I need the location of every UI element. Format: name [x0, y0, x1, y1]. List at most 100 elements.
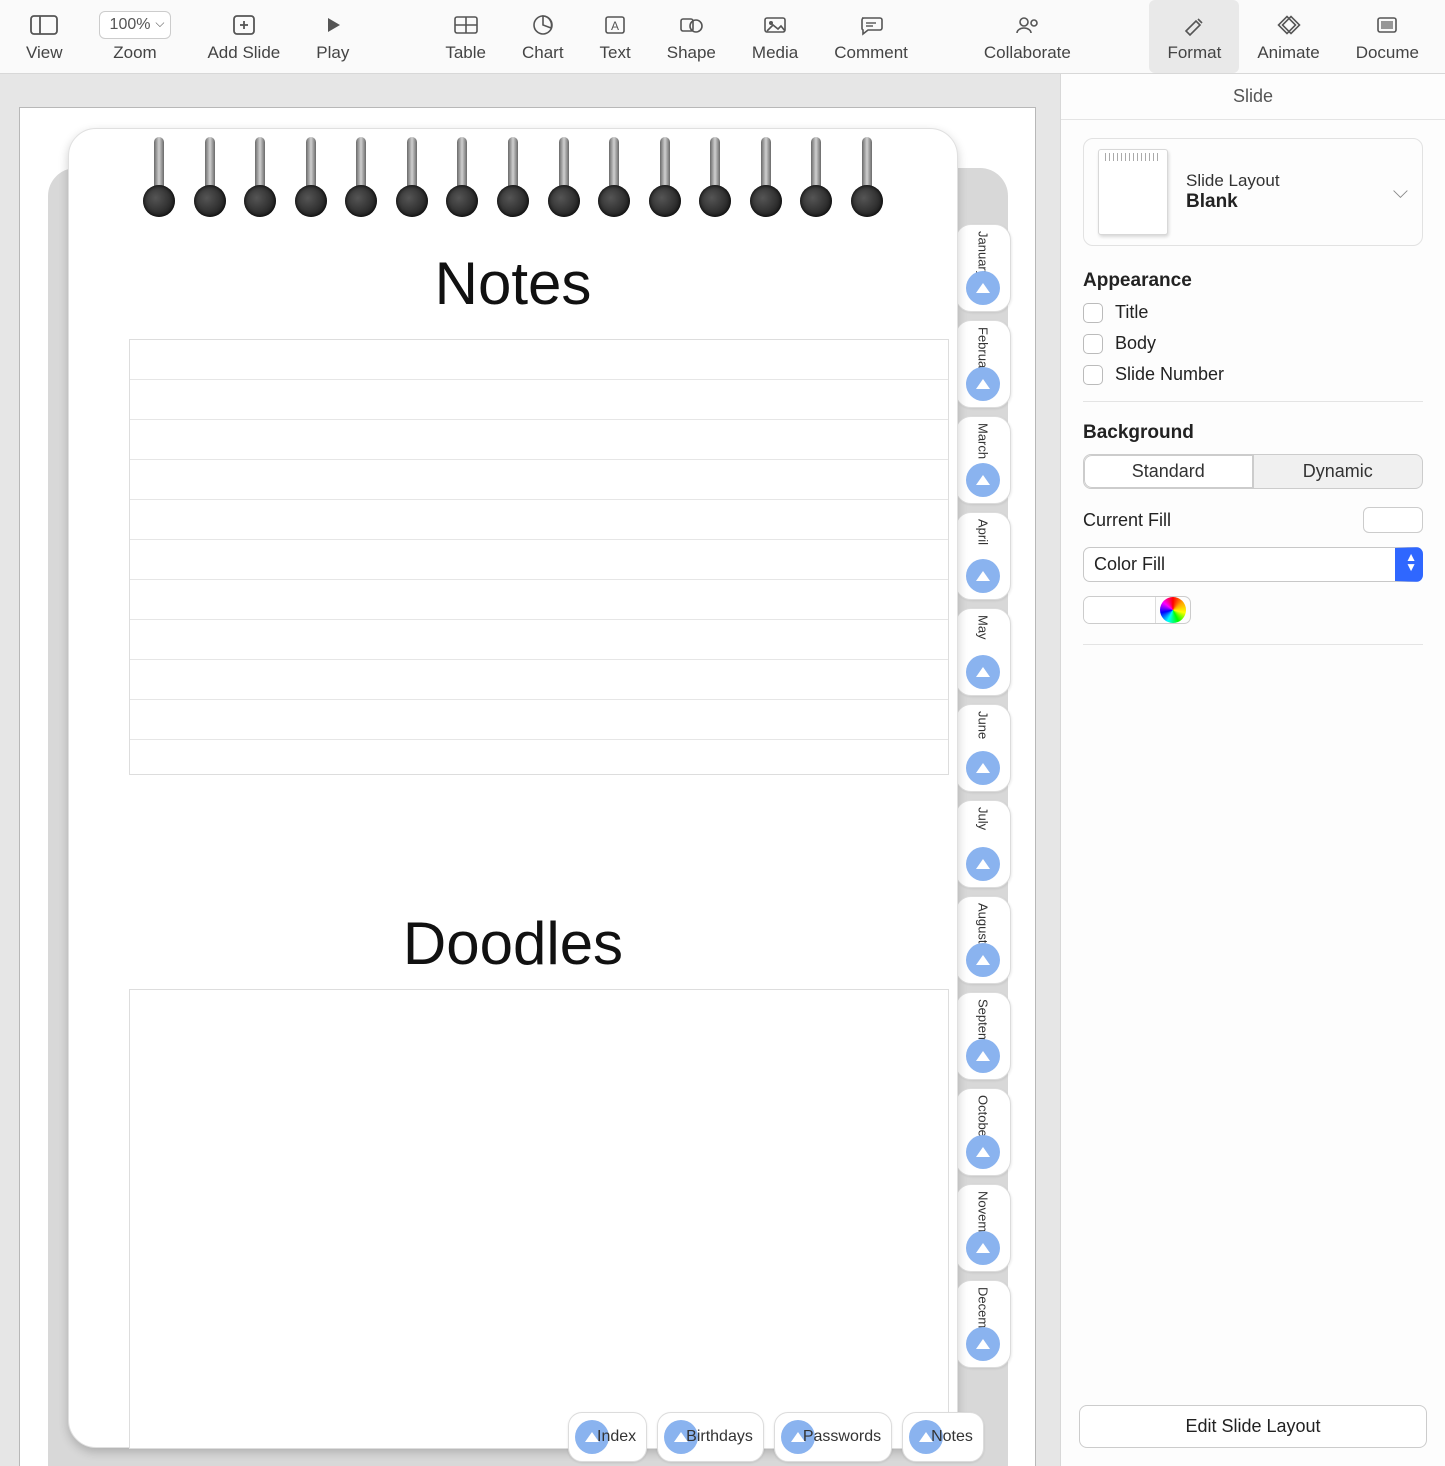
bottom-tab-label: Passwords: [803, 1428, 881, 1446]
arrow-up-icon: [966, 847, 1000, 881]
title-checkbox-row[interactable]: Title: [1083, 302, 1423, 323]
spiral-ring: [141, 137, 177, 217]
spiral-ring: [697, 137, 733, 217]
shape-button[interactable]: Shape: [649, 0, 734, 73]
media-icon: [761, 11, 789, 39]
current-fill-swatch[interactable]: [1363, 507, 1423, 533]
arrow-up-icon: [966, 943, 1000, 977]
animate-icon: [1275, 11, 1303, 39]
month-tab-january[interactable]: January: [955, 224, 1011, 312]
collaborate-label: Collaborate: [984, 43, 1071, 63]
inspector-header: Slide: [1061, 74, 1445, 120]
updown-icon: ▲▼: [1405, 552, 1417, 572]
sidebar-icon: [30, 11, 58, 39]
document-button[interactable]: Docume: [1338, 0, 1437, 73]
shape-label: Shape: [667, 43, 716, 63]
slide-layout-selector[interactable]: Slide Layout Blank ⌵: [1083, 138, 1423, 246]
body-checkbox[interactable]: [1083, 334, 1103, 354]
month-tab-label: May: [976, 615, 991, 640]
month-tab-may[interactable]: May: [955, 608, 1011, 696]
spiral-ring: [596, 137, 632, 217]
background-segmented[interactable]: Standard Dynamic: [1083, 454, 1423, 489]
slide-layout-value: Blank: [1186, 191, 1280, 213]
canvas-area[interactable]: January February March April May June July Augu…: [0, 74, 1060, 1466]
month-tab-march[interactable]: March: [955, 416, 1011, 504]
media-button[interactable]: Media: [734, 0, 816, 73]
content-row: January February March April May June July Augu…: [0, 74, 1445, 1466]
month-tab-november[interactable]: November: [955, 1184, 1011, 1272]
slidenum-checkbox[interactable]: [1083, 365, 1103, 385]
arrow-up-icon: [966, 1039, 1000, 1073]
table-label: Table: [445, 43, 486, 63]
view-label: View: [26, 43, 63, 63]
month-tab-label: July: [976, 807, 991, 830]
color-wheel-icon[interactable]: [1160, 597, 1186, 623]
chevron-down-icon: ⌵: [1393, 181, 1408, 204]
arrow-up-icon: [966, 1231, 1000, 1265]
month-tab-label: April: [976, 519, 991, 545]
slide[interactable]: January February March April May June July Augu…: [20, 108, 1035, 1466]
fill-type-select[interactable]: Color Fill ▲▼: [1083, 547, 1423, 582]
chart-button[interactable]: Chart: [504, 0, 582, 73]
format-button[interactable]: Format: [1149, 0, 1239, 73]
chart-label: Chart: [522, 43, 564, 63]
chart-icon: [529, 11, 557, 39]
month-tab-april[interactable]: April: [955, 512, 1011, 600]
inspector-body: Slide Layout Blank ⌵ Appearance Title Bo…: [1061, 120, 1445, 1387]
month-tab-february[interactable]: February: [955, 320, 1011, 408]
arrow-up-icon: [966, 1135, 1000, 1169]
text-button[interactable]: A Text: [582, 0, 649, 73]
arrow-up-icon: [966, 559, 1000, 593]
bottom-tab-label: Notes: [931, 1428, 973, 1446]
svg-text:A: A: [611, 19, 619, 33]
bottom-tab-passwords[interactable]: Passwords: [774, 1412, 892, 1462]
bottom-tab-birthdays[interactable]: Birthdays: [657, 1412, 764, 1462]
title-checkbox[interactable]: [1083, 303, 1103, 323]
slide-layout-label: Slide Layout: [1186, 171, 1280, 191]
body-checkbox-row[interactable]: Body: [1083, 333, 1423, 354]
zoom-control[interactable]: 100%: [99, 11, 172, 39]
play-button[interactable]: Play: [298, 0, 367, 73]
month-tab-august[interactable]: August: [955, 896, 1011, 984]
month-tab-october[interactable]: October: [955, 1088, 1011, 1176]
spiral-ring: [849, 137, 885, 217]
slidenum-checkbox-row[interactable]: Slide Number: [1083, 364, 1423, 385]
comment-button[interactable]: Comment: [816, 0, 926, 73]
seg-standard[interactable]: Standard: [1084, 455, 1254, 488]
table-button[interactable]: Table: [427, 0, 504, 73]
month-tab-december[interactable]: December: [955, 1280, 1011, 1368]
spiral-ring: [343, 137, 379, 217]
arrow-up-icon: [966, 463, 1000, 497]
bottom-tab-index[interactable]: Index: [568, 1412, 647, 1462]
fill-color-swatch[interactable]: [1084, 597, 1156, 623]
title-checkbox-label: Title: [1115, 302, 1148, 323]
edit-slide-layout-button[interactable]: Edit Slide Layout: [1079, 1405, 1427, 1448]
view-button[interactable]: View: [8, 0, 81, 73]
collaborate-button[interactable]: Collaborate: [966, 0, 1089, 73]
doodle-box: [129, 989, 949, 1449]
format-label: Format: [1167, 43, 1221, 63]
document-label: Docume: [1356, 43, 1419, 63]
bottom-tab-notes[interactable]: Notes: [902, 1412, 984, 1462]
month-tab-june[interactable]: June: [955, 704, 1011, 792]
month-tab-july[interactable]: July: [955, 800, 1011, 888]
month-tab-september[interactable]: September: [955, 992, 1011, 1080]
slidenum-checkbox-label: Slide Number: [1115, 364, 1224, 385]
animate-button[interactable]: Animate: [1239, 0, 1337, 73]
arrow-up-icon: [966, 655, 1000, 689]
month-tab-label: March: [976, 423, 991, 459]
text-icon: A: [601, 11, 629, 39]
seg-dynamic[interactable]: Dynamic: [1254, 455, 1423, 488]
play-label: Play: [316, 43, 349, 63]
zoom-button[interactable]: 100% Zoom: [81, 0, 190, 73]
comment-icon: [857, 11, 885, 39]
bottom-tab-label: Birthdays: [686, 1428, 753, 1446]
fill-color-control[interactable]: [1083, 596, 1191, 624]
spiral-ring: [546, 137, 582, 217]
notebook-page: Notes Doodles: [68, 128, 958, 1448]
notes-lines: [129, 339, 949, 775]
zoom-value[interactable]: 100%: [99, 11, 172, 39]
table-icon: [452, 11, 480, 39]
add-slide-button[interactable]: Add Slide: [189, 0, 298, 73]
spiral-ring: [394, 137, 430, 217]
